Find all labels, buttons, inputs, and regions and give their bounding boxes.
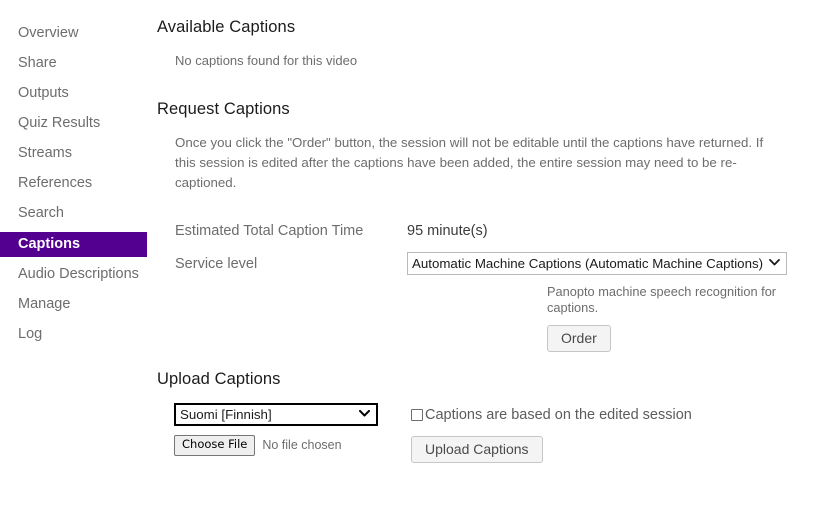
sidebar-item-captions[interactable]: Captions xyxy=(0,232,147,257)
sidebar-item-search[interactable]: Search xyxy=(0,202,148,225)
sidebar-item-log[interactable]: Log xyxy=(0,323,148,346)
upload-captions-title: Upload Captions xyxy=(157,370,830,389)
order-button-wrap: Order xyxy=(547,325,830,352)
service-level-label: Service level xyxy=(175,256,407,272)
upload-button-wrap: Upload Captions xyxy=(411,436,692,463)
request-captions-title: Request Captions xyxy=(157,100,830,119)
edited-session-checkbox[interactable] xyxy=(411,409,423,421)
sidebar-item-outputs[interactable]: Outputs xyxy=(0,82,148,105)
upload-captions-section: Upload Captions Suomi [Finnish] Choose F… xyxy=(148,370,830,463)
sidebar-item-quiz-results[interactable]: Quiz Results xyxy=(0,112,148,135)
service-level-hint: Panopto machine speech recognition for c… xyxy=(547,284,830,316)
upload-captions-button[interactable]: Upload Captions xyxy=(411,436,543,463)
choose-file-button[interactable]: Choose File xyxy=(174,435,255,456)
caption-language-select[interactable]: Suomi [Finnish] xyxy=(174,403,378,426)
service-level-row: Service level Automatic Machine Captions… xyxy=(148,250,830,277)
sidebar-item-overview[interactable]: Overview xyxy=(0,22,148,45)
upload-captions-columns: Suomi [Finnish] Choose File No file chos… xyxy=(148,403,830,463)
available-captions-section: Available Captions No captions found for… xyxy=(148,18,830,70)
upload-captions-left-column: Suomi [Finnish] Choose File No file chos… xyxy=(174,403,411,463)
chosen-file-name: No file chosen xyxy=(262,438,341,452)
request-captions-form: Estimated Total Caption Time 95 minute(s… xyxy=(148,217,830,277)
request-captions-section: Request Captions Once you click the "Ord… xyxy=(148,100,830,352)
order-button[interactable]: Order xyxy=(547,325,611,352)
sidebar-item-streams[interactable]: Streams xyxy=(0,142,148,165)
available-captions-title: Available Captions xyxy=(157,18,830,37)
estimated-time-row: Estimated Total Caption Time 95 minute(s… xyxy=(148,217,830,244)
sidebar-item-audio-descriptions[interactable]: Audio Descriptions xyxy=(0,263,148,286)
sidebar-item-share[interactable]: Share xyxy=(0,52,148,75)
estimated-time-value: 95 minute(s) xyxy=(407,223,488,239)
captions-settings-page: Overview Share Outputs Quiz Results Stre… xyxy=(0,0,830,505)
sidebar-item-references[interactable]: References xyxy=(0,172,148,195)
language-select-wrap: Suomi [Finnish] xyxy=(174,403,378,426)
captions-main-content: Available Captions No captions found for… xyxy=(148,0,830,463)
service-level-select-wrap: Automatic Machine Captions (Automatic Ma… xyxy=(407,252,787,275)
estimated-time-label: Estimated Total Caption Time xyxy=(175,223,407,239)
settings-sidebar: Overview Share Outputs Quiz Results Stre… xyxy=(0,0,148,353)
edited-session-row: Captions are based on the edited session xyxy=(411,403,692,426)
available-captions-empty-message: No captions found for this video xyxy=(175,51,830,70)
file-input-row: Choose File No file chosen xyxy=(174,435,411,456)
service-level-select[interactable]: Automatic Machine Captions (Automatic Ma… xyxy=(407,252,787,275)
edited-session-label[interactable]: Captions are based on the edited session xyxy=(425,407,692,423)
sidebar-item-manage[interactable]: Manage xyxy=(0,293,148,316)
upload-captions-right-column: Captions are based on the edited session… xyxy=(411,403,692,463)
request-captions-description: Once you click the "Order" button, the s… xyxy=(175,133,775,193)
